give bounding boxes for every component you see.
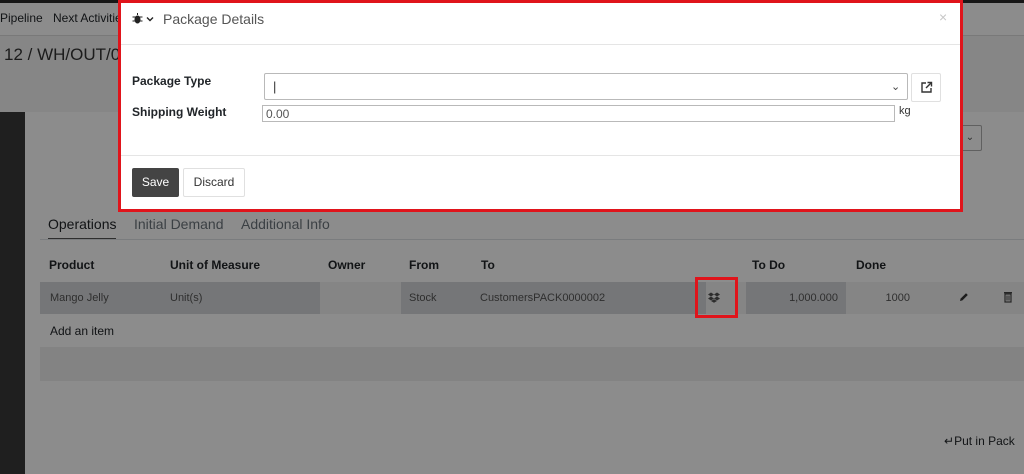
- open-package-type-button[interactable]: [911, 73, 941, 102]
- dropbox-icon[interactable]: [708, 291, 720, 303]
- external-link-icon: [920, 81, 933, 97]
- dialog-footer-divider: [121, 155, 960, 156]
- package-type-label: Package Type: [132, 74, 212, 88]
- shipping-weight-label: Shipping Weight: [132, 105, 227, 119]
- dialog-title: Package Details: [163, 11, 265, 27]
- chevron-down-icon[interactable]: ⌄: [891, 80, 900, 93]
- package-details-dialog: Package Details × Package Type | ⌄ Shipp…: [118, 0, 963, 212]
- dialog-header: Package Details ×: [121, 3, 960, 45]
- save-button[interactable]: Save: [132, 168, 179, 197]
- close-icon[interactable]: ×: [939, 9, 947, 25]
- text-cursor: |: [273, 79, 277, 94]
- shipping-weight-input[interactable]: 0.00: [262, 105, 895, 122]
- bug-icon[interactable]: [132, 12, 158, 30]
- discard-button[interactable]: Discard: [183, 168, 245, 197]
- package-type-select[interactable]: | ⌄: [264, 73, 908, 100]
- weight-unit-label: kg: [899, 105, 911, 117]
